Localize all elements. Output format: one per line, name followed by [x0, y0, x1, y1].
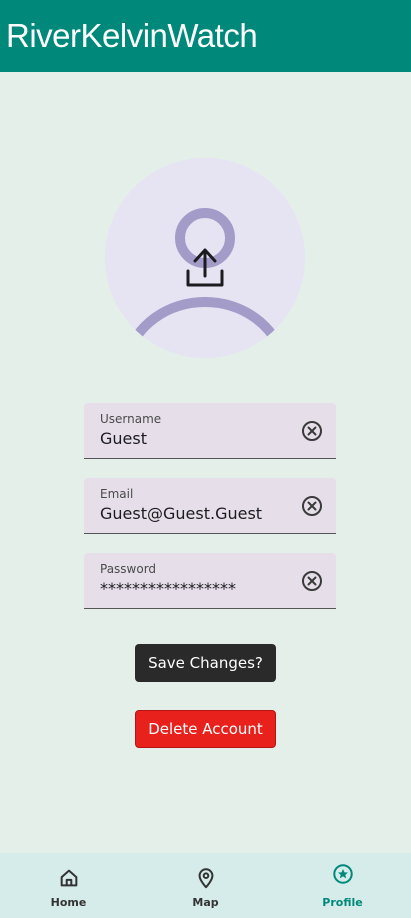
star-circle-icon [332, 864, 353, 884]
email-field[interactable]: Email Guest@Guest.Guest [84, 478, 336, 534]
delete-account-button[interactable]: Delete Account [135, 710, 276, 748]
username-input[interactable]: Guest [100, 429, 290, 448]
password-label: Password [100, 562, 157, 576]
app-bar: RiverKelvinWatch [0, 0, 411, 72]
clear-email-icon[interactable] [300, 494, 324, 518]
nav-label-profile: Profile [322, 896, 363, 909]
upload-avatar-icon [122, 208, 288, 358]
nav-label-home: Home [50, 896, 87, 909]
bottom-navigation: Home Map Profile [0, 853, 411, 918]
password-input[interactable]: ***************** [100, 579, 290, 598]
nav-item-profile[interactable]: Profile [274, 853, 411, 918]
email-label: Email [100, 487, 134, 501]
clear-username-icon[interactable] [300, 419, 324, 443]
username-label: Username [100, 412, 162, 426]
home-icon [60, 869, 77, 887]
nav-item-home[interactable]: Home [0, 853, 137, 918]
password-field[interactable]: Password ***************** [84, 553, 336, 609]
avatar-upload[interactable] [105, 158, 305, 358]
email-input[interactable]: Guest@Guest.Guest [100, 504, 290, 523]
nav-item-map[interactable]: Map [137, 853, 274, 918]
nav-label-map: Map [192, 896, 219, 909]
app-title: RiverKelvinWatch [6, 17, 258, 54]
clear-password-icon[interactable] [300, 569, 324, 593]
username-field[interactable]: Username Guest [84, 403, 336, 459]
map-pin-icon [198, 868, 213, 889]
save-changes-button[interactable]: Save Changes? [135, 644, 276, 682]
